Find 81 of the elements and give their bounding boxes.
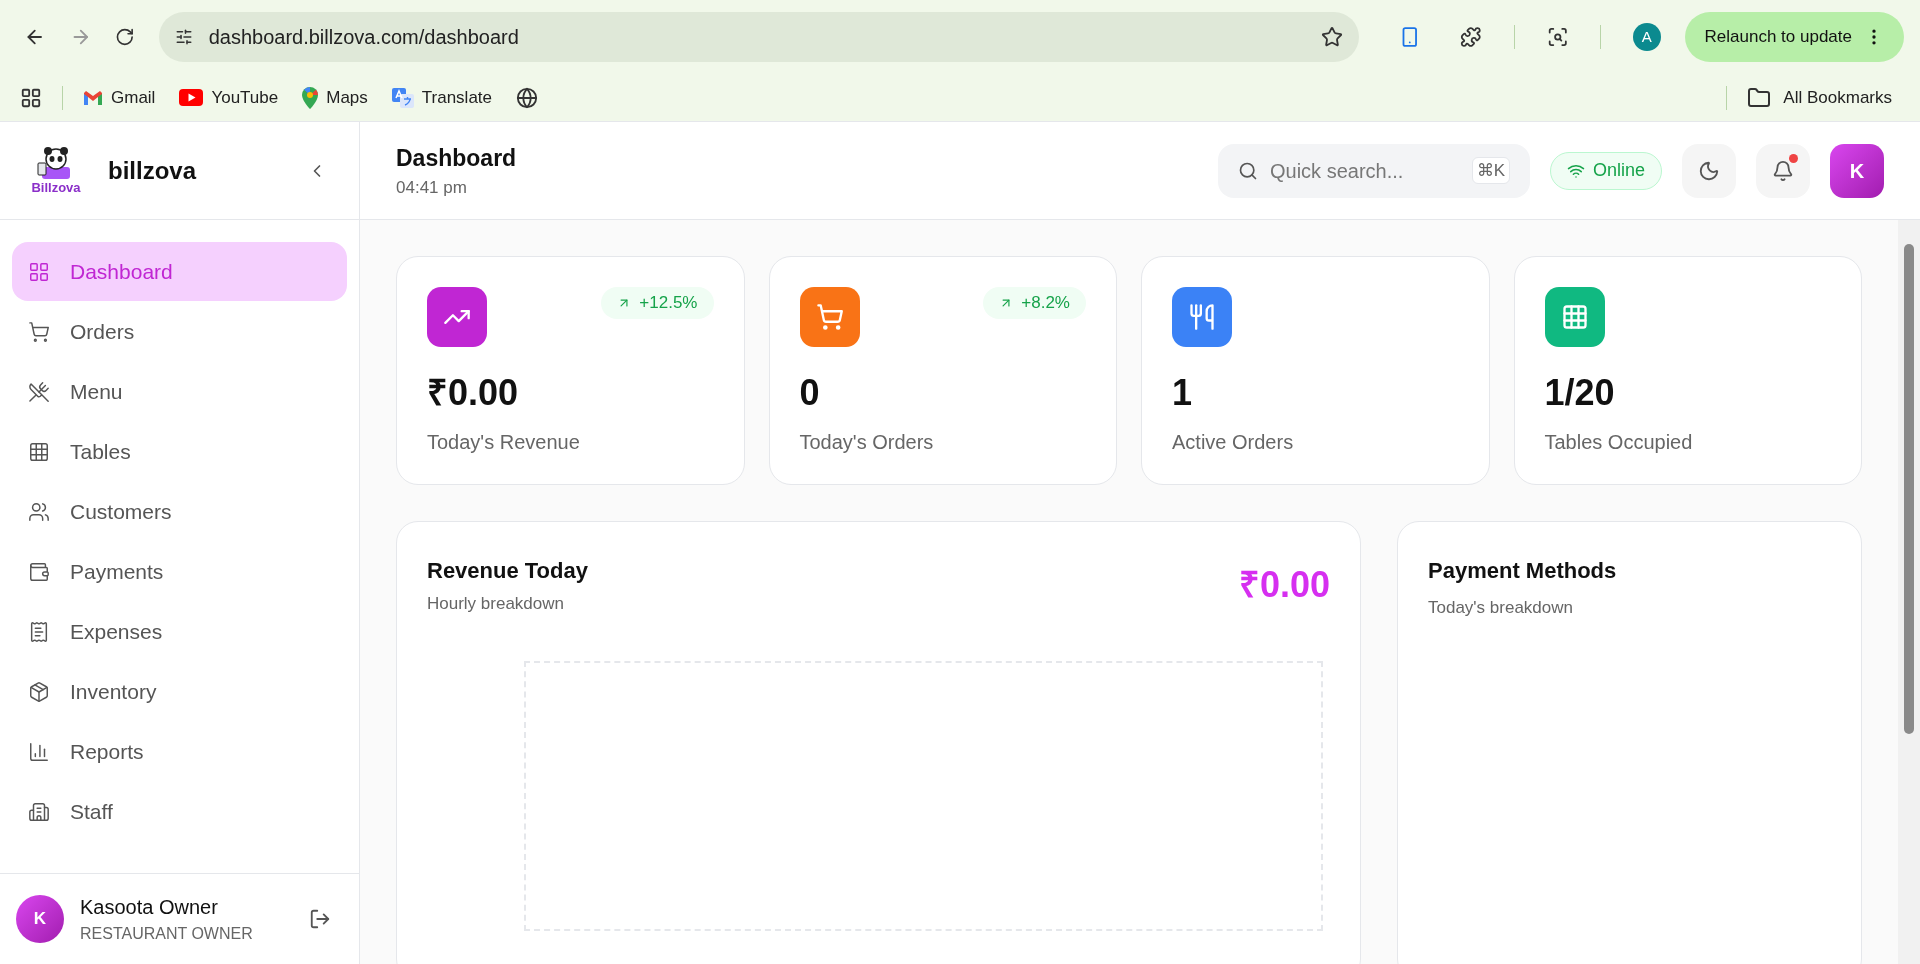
grid-icon xyxy=(28,440,50,463)
utensils-icon xyxy=(1188,303,1216,331)
theme-toggle[interactable] xyxy=(1682,143,1736,198)
bookmark-label[interactable]: YouTube xyxy=(211,84,279,111)
bookmark[interactable]: YouTube xyxy=(179,84,279,111)
translate-icon xyxy=(391,87,414,108)
shortcut-key: ⌘K xyxy=(1471,156,1510,185)
clock-time: 04:41 pm xyxy=(396,177,468,199)
trend-chip: +8.2% xyxy=(983,287,1086,319)
bookmark-label[interactable]: Gmail xyxy=(111,84,156,111)
user-name: Kasoota Owner xyxy=(80,895,219,920)
revenue-total: ₹0.00 xyxy=(1238,563,1330,607)
wallet-icon xyxy=(28,560,50,583)
bookmark[interactable]: Gmail xyxy=(83,84,156,111)
relaunch-button[interactable]: Relaunch to update xyxy=(1684,12,1904,63)
nav-item[interactable]: Staff xyxy=(12,782,347,841)
stat-label: Active Orders xyxy=(1172,430,1295,455)
stat-label: Tables Occupied xyxy=(1544,430,1694,455)
scrollbar[interactable] xyxy=(1898,220,1920,964)
logout-icon[interactable] xyxy=(309,908,331,930)
stat-value: 0 xyxy=(799,375,821,411)
trend-chip: +12.5% xyxy=(601,287,714,319)
card-subtitle: Today's breakdown xyxy=(1428,597,1574,619)
card-subtitle: Hourly breakdown xyxy=(427,593,565,615)
globe-icon[interactable] xyxy=(516,86,539,109)
address-bar[interactable]: dashboard.billzova.com/dashboard xyxy=(158,12,1359,63)
mail-icon xyxy=(83,89,103,106)
user-avatar[interactable]: K xyxy=(1830,143,1884,198)
nav-item[interactable]: Menu xyxy=(12,362,347,421)
search-field[interactable]: Quick search... ⌘K xyxy=(1217,143,1530,198)
bookmark-label[interactable]: Translate xyxy=(421,84,493,111)
nav-item[interactable]: Expenses xyxy=(12,602,347,661)
card-title: Payment Methods xyxy=(1428,557,1618,585)
bookmark[interactable]: Maps xyxy=(302,84,368,111)
stat-label: Today's Revenue xyxy=(427,430,581,455)
bell-icon xyxy=(1772,159,1794,182)
map-pin-icon xyxy=(302,86,319,109)
screen-search-icon[interactable] xyxy=(1546,26,1569,49)
reload-icon[interactable] xyxy=(115,27,135,48)
status-text: Online xyxy=(1592,159,1645,182)
grid-icon xyxy=(1560,303,1589,331)
star-icon[interactable] xyxy=(1320,26,1343,49)
logo-text: Billzova xyxy=(31,181,81,194)
package-icon xyxy=(28,680,50,703)
url-text[interactable]: dashboard.billzova.com/dashboard xyxy=(208,22,1305,53)
puzzle-icon[interactable] xyxy=(1460,26,1482,49)
all-bookmarks[interactable]: All Bookmarks xyxy=(1747,84,1892,111)
play-icon xyxy=(179,89,204,107)
profile-avatar[interactable]: A xyxy=(1633,23,1661,52)
bookmark[interactable]: Translate xyxy=(391,84,493,111)
bookmark-label[interactable]: Maps xyxy=(326,84,368,111)
nav-item[interactable]: Inventory xyxy=(12,662,347,721)
search-icon xyxy=(1237,160,1258,181)
folder-icon xyxy=(1747,85,1772,110)
all-bookmarks-label[interactable]: All Bookmarks xyxy=(1783,84,1892,111)
receipt-icon xyxy=(28,620,50,643)
site-settings-icon[interactable] xyxy=(174,28,193,47)
utensils-icon xyxy=(28,380,50,403)
stat-value: 1 xyxy=(1172,375,1194,411)
building-icon xyxy=(28,800,50,823)
nav-item[interactable]: Customers xyxy=(12,482,347,541)
stat-value: ₹0.00 xyxy=(427,375,520,411)
brand-name: billzova xyxy=(108,155,198,186)
card-title: Revenue Today xyxy=(427,557,588,585)
nav-item[interactable]: Reports xyxy=(12,722,347,781)
nav-item[interactable]: Payments xyxy=(12,542,347,601)
cart-icon xyxy=(815,303,844,331)
moon-icon xyxy=(1698,159,1720,182)
users-icon xyxy=(28,500,50,523)
stat-label: Today's Orders xyxy=(799,430,935,455)
notifications-button[interactable] xyxy=(1756,143,1810,198)
cart-icon xyxy=(28,320,50,343)
bar-chart-icon xyxy=(28,740,50,763)
user-avatar: K xyxy=(16,895,64,943)
page-title: Dashboard xyxy=(396,143,518,173)
user-role: RESTAURANT OWNER xyxy=(80,924,254,944)
nav-item[interactable]: Tables xyxy=(12,422,347,481)
apps-icon[interactable] xyxy=(20,86,42,109)
dashboard-icon xyxy=(28,260,50,283)
stat-value: 1/20 xyxy=(1544,375,1616,411)
nav-item[interactable]: Orders xyxy=(12,302,347,361)
